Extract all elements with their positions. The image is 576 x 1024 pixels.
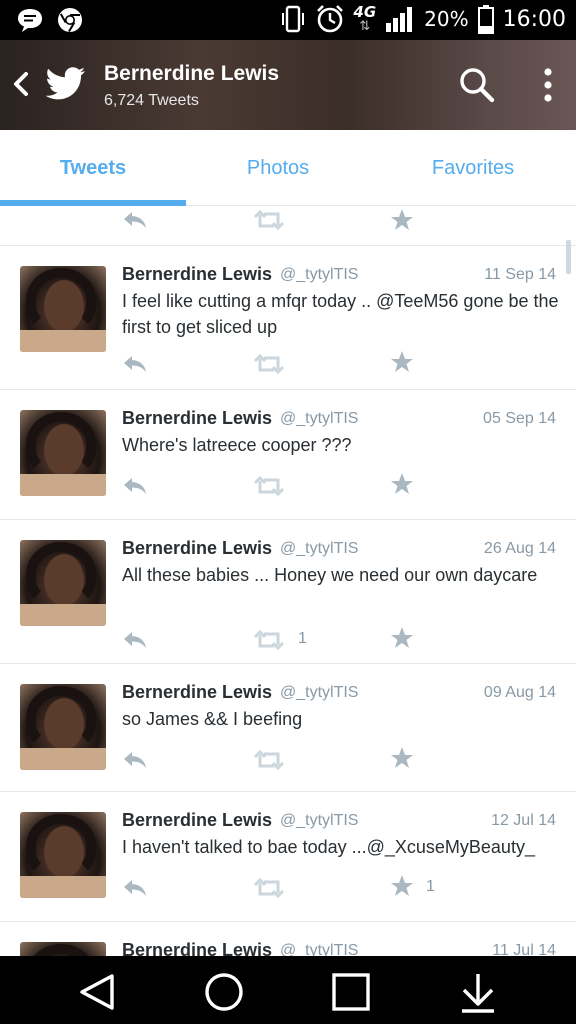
- tweet-date: 26 Aug 14: [483, 540, 556, 557]
- twitter-bird-icon[interactable]: [46, 66, 86, 102]
- favorite-star-icon[interactable]: [390, 208, 414, 232]
- tweet-author-handle: @_tytylTIS: [280, 540, 359, 557]
- avatar[interactable]: [20, 942, 106, 956]
- tweet-author-name[interactable]: Bernerdine Lewis: [122, 940, 272, 956]
- avatar[interactable]: [20, 410, 106, 496]
- tweet-date: 11 Jul 14: [492, 942, 556, 956]
- status-bar: 4G ⇅ 20% 16:00: [0, 0, 576, 40]
- search-icon[interactable]: [458, 66, 496, 104]
- scrollbar-thumb[interactable]: [566, 240, 571, 274]
- battery-icon: [477, 5, 494, 34]
- home-circle-icon[interactable]: [202, 970, 246, 1014]
- reply-icon[interactable]: [122, 354, 148, 374]
- tweet-author-name[interactable]: Bernerdine Lewis: [122, 810, 272, 831]
- tweet-author-handle: @_tytylTIS: [280, 942, 359, 956]
- reply-icon[interactable]: [122, 878, 148, 898]
- tweet-date: 05 Sep 14: [483, 410, 556, 427]
- tweet-author-name[interactable]: Bernerdine Lewis: [122, 264, 272, 285]
- chrome-icon: [58, 8, 82, 33]
- tweet-text: All these babies ... Honey we need our o…: [122, 565, 538, 585]
- favorite-star-icon[interactable]: [390, 626, 414, 650]
- overflow-menu-icon[interactable]: [536, 66, 560, 106]
- tweet-row[interactable]: Bernerdine Lewis @_tytylTIS 11 Jul 14: [0, 922, 576, 956]
- tweet-text: I feel like cutting a mfqr today .. @Tee…: [122, 291, 559, 337]
- back-triangle-icon[interactable]: [76, 970, 120, 1014]
- reply-icon[interactable]: [122, 210, 148, 230]
- data-arrows-icon: ⇅: [359, 18, 371, 33]
- favorite-count: 1: [426, 878, 435, 895]
- tweet-date: 12 Jul 14: [491, 812, 556, 829]
- tweet-count: 6,724 Tweets: [104, 92, 199, 109]
- tweet-text: so James && I beefing: [122, 709, 303, 729]
- retweet-icon[interactable]: [254, 878, 284, 898]
- chat-bubble-icon: [18, 9, 42, 32]
- avatar[interactable]: [20, 540, 106, 626]
- tweet-row[interactable]: Bernerdine Lewis @_tytylTIS 26 Aug 14 Al…: [0, 520, 576, 664]
- tweet-author-name[interactable]: Bernerdine Lewis: [122, 682, 272, 703]
- tweet-author-handle: @_tytylTIS: [280, 266, 359, 283]
- favorite-star-icon[interactable]: [390, 874, 414, 898]
- tab-photos[interactable]: Photos: [186, 130, 370, 206]
- tweet-text: I haven't talked to bae today ...@_Xcuse…: [122, 837, 535, 857]
- vibrate-icon: [282, 5, 305, 33]
- profile-tabs: Tweets Photos Favorites: [0, 130, 576, 206]
- retweet-icon[interactable]: [254, 210, 284, 230]
- tab-tweets[interactable]: Tweets: [0, 130, 186, 206]
- tweet-row[interactable]: Bernerdine Lewis @_tytylTIS 11 Sep 14 I …: [0, 246, 576, 390]
- tweet-row[interactable]: Bernerdine Lewis @_tytylTIS 12 Jul 14 I …: [0, 792, 576, 922]
- signal-icon: [386, 7, 413, 32]
- tweet-feed[interactable]: Bernerdine Lewis @_tytylTIS 11 Sep 14 I …: [0, 206, 576, 956]
- retweet-icon[interactable]: [254, 354, 284, 374]
- profile-header: Bernerdine Lewis 6,724 Tweets: [0, 40, 576, 130]
- clock: 16:00: [502, 6, 566, 32]
- notifications-pulldown-icon[interactable]: [456, 970, 500, 1014]
- tweet-row-partial[interactable]: [0, 206, 576, 246]
- tweet-author-handle: @_tytylTIS: [280, 812, 359, 829]
- tweet-author-handle: @_tytylTIS: [280, 684, 359, 701]
- tweet-text: Where's latreece cooper ???: [122, 435, 352, 455]
- reply-icon[interactable]: [122, 750, 148, 770]
- tweet-author-name[interactable]: Bernerdine Lewis: [122, 408, 272, 429]
- tab-favorites[interactable]: Favorites: [370, 130, 576, 206]
- favorite-star-icon[interactable]: [390, 472, 414, 496]
- tweet-date: 11 Sep 14: [484, 266, 556, 283]
- retweet-icon[interactable]: [254, 750, 284, 770]
- favorite-star-icon[interactable]: [390, 350, 414, 374]
- retweet-count: 1: [298, 630, 307, 647]
- recents-square-icon[interactable]: [329, 970, 373, 1014]
- retweet-icon[interactable]: [254, 630, 284, 650]
- retweet-icon[interactable]: [254, 476, 284, 496]
- avatar[interactable]: [20, 684, 106, 770]
- alarm-icon: [317, 5, 344, 33]
- back-icon[interactable]: [6, 66, 36, 102]
- battery-percent: 20%: [424, 7, 469, 31]
- reply-icon[interactable]: [122, 630, 148, 650]
- avatar[interactable]: [20, 812, 106, 898]
- profile-name: Bernerdine Lewis: [104, 62, 280, 85]
- favorite-star-icon[interactable]: [390, 746, 414, 770]
- tweet-row[interactable]: Bernerdine Lewis @_tytylTIS 09 Aug 14 so…: [0, 664, 576, 792]
- reply-icon[interactable]: [122, 476, 148, 496]
- tweet-row[interactable]: Bernerdine Lewis @_tytylTIS 05 Sep 14 Wh…: [0, 390, 576, 520]
- tweet-date: 09 Aug 14: [483, 684, 556, 701]
- tweet-author-handle: @_tytylTIS: [280, 410, 359, 427]
- system-nav-bar: [0, 956, 576, 1024]
- avatar[interactable]: [20, 266, 106, 352]
- tweet-author-name[interactable]: Bernerdine Lewis: [122, 538, 272, 559]
